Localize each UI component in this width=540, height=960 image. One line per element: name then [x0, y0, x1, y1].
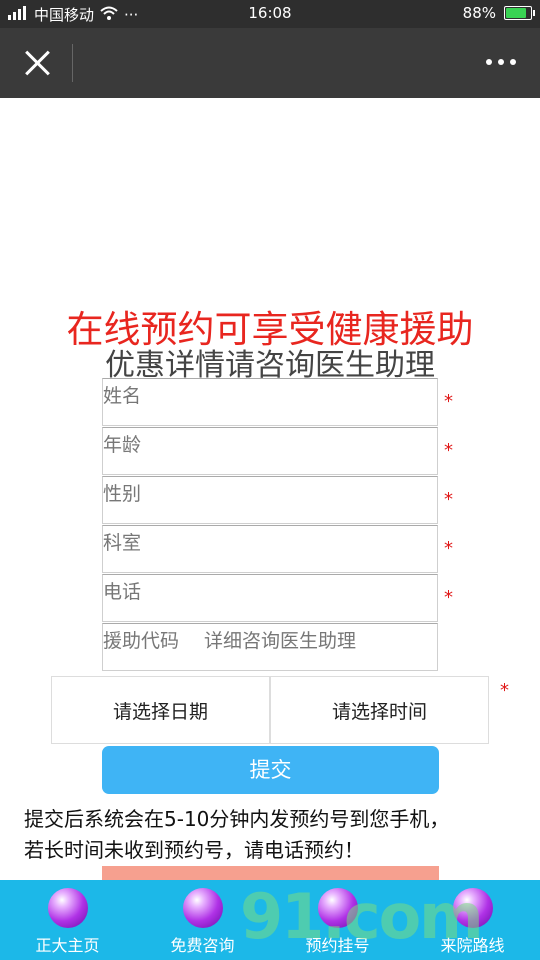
status-bar: 中国移动 ··· 16:08 88% [0, 0, 540, 28]
required-mark: * [444, 391, 453, 412]
tab-appointment[interactable]: 预约挂号 [270, 880, 405, 960]
tab-label: 预约挂号 [305, 936, 370, 955]
department-placeholder: 科室 [103, 532, 142, 554]
headline: 在线预约可享受健康援助 [66, 308, 474, 351]
tab-label: 免费咨询 [170, 936, 235, 955]
date-picker[interactable]: 请选择日期 [51, 676, 270, 744]
department-field[interactable]: 科室 * [102, 525, 453, 573]
aid-code-placeholder: 援助代码 详细咨询医生助理 [103, 630, 357, 652]
required-mark: * [444, 489, 453, 510]
notice-line-1: 提交后系统会在5-10分钟内发预约号到您手机， [24, 807, 450, 831]
status-right: 88% [462, 4, 535, 22]
required-mark: * [444, 538, 453, 559]
nav-bar [0, 28, 540, 98]
nav-divider [72, 44, 73, 82]
appointment-form: 姓名 * 年龄 * 性别 * 科室 * 电话 * 援助代码 详细咨询医生助理 [102, 378, 453, 672]
date-time-row: 请选择日期 请选择时间 [51, 676, 489, 744]
name-placeholder: 姓名 [103, 385, 142, 407]
gender-field[interactable]: 性别 * [102, 476, 453, 524]
battery-icon [504, 6, 535, 20]
required-mark: * [500, 680, 509, 701]
aid-code-field[interactable]: 援助代码 详细咨询医生助理 [102, 623, 438, 671]
name-field[interactable]: 姓名 * [102, 378, 453, 426]
orb-icon [317, 888, 358, 928]
tab-home[interactable]: 正大主页 [0, 880, 135, 960]
phone-field[interactable]: 电话 * [102, 574, 453, 622]
tab-label: 来院路线 [440, 936, 505, 955]
close-icon[interactable] [20, 46, 54, 80]
notice-text: 提交后系统会在5-10分钟内发预约号到您手机， 若长时间未收到预约号，请电话预约… [24, 804, 524, 866]
time-picker[interactable]: 请选择时间 [270, 676, 489, 744]
phone-placeholder: 电话 [103, 581, 142, 603]
more-options-icon[interactable] [486, 52, 520, 72]
orb-icon [47, 888, 88, 928]
required-mark: * [444, 587, 453, 608]
age-field[interactable]: 年龄 * [102, 427, 453, 475]
age-placeholder: 年龄 [103, 434, 142, 456]
battery-percent: 88% [462, 4, 496, 22]
tab-route[interactable]: 来院路线 [405, 880, 540, 960]
notice-line-2: 若长时间未收到预约号，请电话预约！ [24, 838, 364, 862]
orb-icon [182, 888, 223, 928]
gender-placeholder: 性别 [103, 483, 142, 505]
tab-label: 正大主页 [35, 936, 100, 955]
call-button-partial[interactable] [102, 866, 439, 880]
submit-button[interactable]: 提交 [102, 746, 439, 794]
tab-consult[interactable]: 免费咨询 [135, 880, 270, 960]
orb-icon [452, 888, 493, 928]
required-mark: * [444, 440, 453, 461]
status-time: 16:08 [248, 4, 292, 22]
bottom-nav: 正大主页 免费咨询 预约挂号 来院路线 [0, 880, 540, 960]
